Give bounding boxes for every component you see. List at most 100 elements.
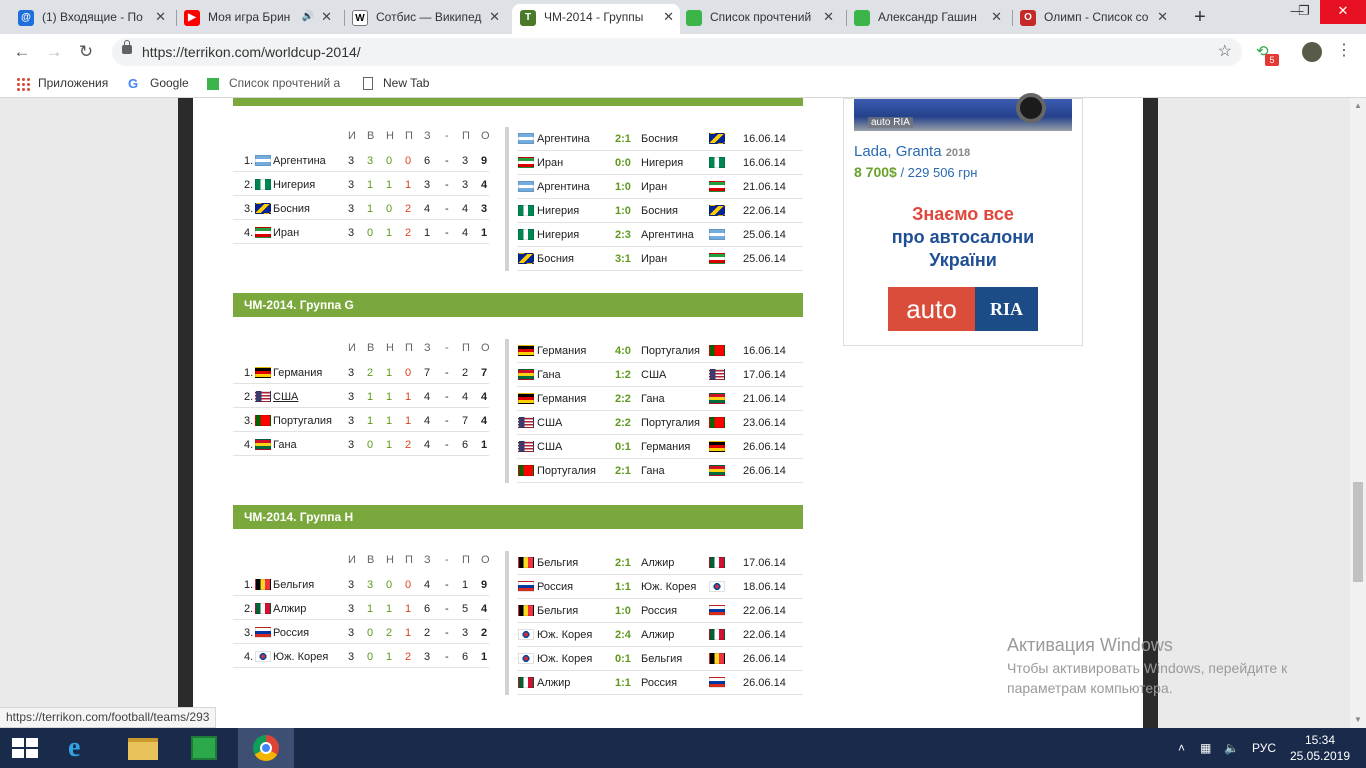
match-score[interactable]: 2:2 xyxy=(615,417,631,429)
taskbar-chrome[interactable] xyxy=(238,728,294,768)
match-row[interactable]: Бельгия 1:0 Россия 22.06.14 xyxy=(517,599,803,623)
matches-list-group-f: Аргентина 2:1 Босния 16.06.14 Иран 0:0 Нигерия… xyxy=(505,127,803,271)
match-score[interactable]: 0:1 xyxy=(615,441,631,453)
close-tab-icon[interactable]: ✕ xyxy=(155,4,166,30)
match-score[interactable]: 1:0 xyxy=(615,205,631,217)
match-score[interactable]: 1:1 xyxy=(615,581,631,593)
team-link[interactable]: Гана xyxy=(273,439,297,451)
match-row[interactable]: США 0:1 Германия 26.06.14 xyxy=(517,435,803,459)
new-tab-button[interactable]: + xyxy=(1190,4,1210,30)
car-image[interactable]: auto RIA xyxy=(854,93,1072,131)
team-link[interactable]: США xyxy=(273,391,298,403)
back-button[interactable]: ← xyxy=(10,40,34,64)
match-row[interactable]: Гана 1:2 США 17.06.14 xyxy=(517,363,803,387)
match-score[interactable]: 2:1 xyxy=(615,133,631,145)
stat-p: 3 xyxy=(348,227,355,239)
match-row[interactable]: Аргентина 2:1 Босния 16.06.14 xyxy=(517,127,803,151)
team-link[interactable]: Португалия xyxy=(273,415,332,427)
match-score[interactable]: 2:3 xyxy=(615,229,631,241)
page-scrollbar[interactable]: ▲ ▼ xyxy=(1350,98,1366,728)
team-link[interactable]: Алжир xyxy=(273,603,306,615)
close-tab-icon[interactable]: ✕ xyxy=(663,4,674,30)
match-row[interactable]: США 2:2 Португалия 23.06.14 xyxy=(517,411,803,435)
autoria-logo[interactable]: auto RIA xyxy=(888,287,1038,331)
taskbar-store[interactable] xyxy=(176,728,232,768)
close-tab-icon[interactable]: ✕ xyxy=(1157,4,1168,30)
scroll-down-arrow-icon[interactable]: ▼ xyxy=(1350,712,1366,728)
tab-1[interactable]: @ (1) Входящие - По ✕ xyxy=(12,4,172,34)
match-score[interactable]: 0:1 xyxy=(615,653,631,665)
match-row[interactable]: Германия 2:2 Гана 21.06.14 xyxy=(517,387,803,411)
close-window-button[interactable]: ✕ xyxy=(1320,0,1366,24)
match-row[interactable]: Босния 3:1 Иран 25.06.14 xyxy=(517,247,803,271)
match-row[interactable]: Юж. Корея 0:1 Бельгия 26.06.14 xyxy=(517,647,803,671)
address-bar[interactable]: https://terrikon.com/worldcup-2014/ ☆ xyxy=(112,38,1242,66)
match-score[interactable]: 3:1 xyxy=(615,253,631,265)
bookmark-google[interactable]: G Google xyxy=(128,70,189,97)
system-clock[interactable]: 15:34 25.05.2019 xyxy=(1285,732,1355,764)
volume-icon[interactable]: 🔈 xyxy=(1224,728,1239,768)
match-score[interactable]: 1:2 xyxy=(615,369,631,381)
team-link[interactable]: Бельгия xyxy=(273,579,314,591)
match-row[interactable]: Иран 0:0 Нигерия 16.06.14 xyxy=(517,151,803,175)
close-tab-icon[interactable]: ✕ xyxy=(991,4,1002,30)
browser-menu-icon[interactable]: ⋮ xyxy=(1336,40,1352,60)
group-h-header[interactable]: ЧМ-2014. Группа H xyxy=(233,505,803,529)
match-score[interactable]: 1:0 xyxy=(615,181,631,193)
start-button[interactable] xyxy=(0,728,56,768)
tray-expand-icon[interactable]: ˄ xyxy=(1178,728,1185,768)
bookmark-new-tab[interactable]: New Tab xyxy=(361,70,429,97)
match-score[interactable]: 0:0 xyxy=(615,157,631,169)
close-tab-icon[interactable]: ✕ xyxy=(321,4,332,30)
match-score[interactable]: 2:2 xyxy=(615,393,631,405)
column-header: Н xyxy=(386,342,394,354)
match-score[interactable]: 1:0 xyxy=(615,605,631,617)
match-row[interactable]: Бельгия 2:1 Алжир 17.06.14 xyxy=(517,551,803,575)
tab-6[interactable]: Александр Гашин ✕ xyxy=(848,4,1008,34)
match-row[interactable]: Нигерия 2:3 Аргентина 25.06.14 xyxy=(517,223,803,247)
network-icon[interactable]: ▦ xyxy=(1200,728,1211,768)
team-link[interactable]: Аргентина xyxy=(273,155,326,167)
reload-button[interactable]: ↻ xyxy=(74,40,98,64)
match-row[interactable]: Нигерия 1:0 Босния 22.06.14 xyxy=(517,199,803,223)
match-score[interactable]: 1:1 xyxy=(615,677,631,689)
tab-5[interactable]: Список прочтений ✕ xyxy=(680,4,840,34)
team-link[interactable]: Юж. Корея xyxy=(273,651,328,663)
speaker-icon[interactable]: 🔊 xyxy=(299,4,314,30)
bookmark-apps[interactable]: Приложения xyxy=(16,70,108,97)
match-row[interactable]: Аргентина 1:0 Иран 21.06.14 xyxy=(517,175,803,199)
team-link[interactable]: Нигерия xyxy=(273,179,315,191)
match-score[interactable]: 2:4 xyxy=(615,629,631,641)
match-score[interactable]: 4:0 xyxy=(615,345,631,357)
match-row[interactable]: Алжир 1:1 Россия 26.06.14 xyxy=(517,671,803,695)
scrollbar-thumb[interactable] xyxy=(1353,482,1363,582)
close-tab-icon[interactable]: ✕ xyxy=(823,4,834,30)
profile-avatar[interactable] xyxy=(1302,42,1322,62)
team-link[interactable]: Германия xyxy=(273,367,322,379)
team-link[interactable]: Иран xyxy=(273,227,299,239)
scroll-up-arrow-icon[interactable]: ▲ xyxy=(1350,98,1366,114)
tab-7[interactable]: O Олимп - Список со ✕ xyxy=(1014,4,1174,34)
close-tab-icon[interactable]: ✕ xyxy=(489,4,500,30)
taskbar-explorer[interactable] xyxy=(116,728,172,768)
bookmark-star-icon[interactable]: ☆ xyxy=(1218,38,1232,66)
autoria-ad[interactable]: auto RIA Lada, Granta 2018 8 700$ / 229 … xyxy=(843,93,1083,346)
group-g-header[interactable]: ЧМ-2014. Группа G xyxy=(233,293,803,317)
ghana-flag-icon xyxy=(518,369,534,380)
team-link[interactable]: Россия xyxy=(273,627,309,639)
match-row[interactable]: Португалия 2:1 Гана 26.06.14 xyxy=(517,459,803,483)
language-indicator[interactable]: РУС xyxy=(1252,728,1276,768)
match-row[interactable]: Германия 4:0 Португалия 16.06.14 xyxy=(517,339,803,363)
tab-2[interactable]: ▶ Моя игра Брин 🔊 ✕ xyxy=(178,4,338,34)
match-row[interactable]: Юж. Корея 2:4 Алжир 22.06.14 xyxy=(517,623,803,647)
match-score[interactable]: 2:1 xyxy=(615,465,631,477)
match-row[interactable]: Россия 1:1 Юж. Корея 18.06.14 xyxy=(517,575,803,599)
team-link[interactable]: Босния xyxy=(273,203,310,215)
match-score[interactable]: 2:1 xyxy=(615,557,631,569)
taskbar-ie[interactable]: e xyxy=(56,728,112,768)
tab-4[interactable]: T ЧМ-2014 - Группы ✕ xyxy=(512,4,680,34)
forward-button[interactable]: → xyxy=(42,40,66,64)
car-name-link[interactable]: Lada, Granta 2018 xyxy=(854,143,970,160)
tab-3[interactable]: W Сотбис — Википед ✕ xyxy=(346,4,506,34)
bookmark-reading-list[interactable]: Список прочтений а xyxy=(207,70,347,97)
